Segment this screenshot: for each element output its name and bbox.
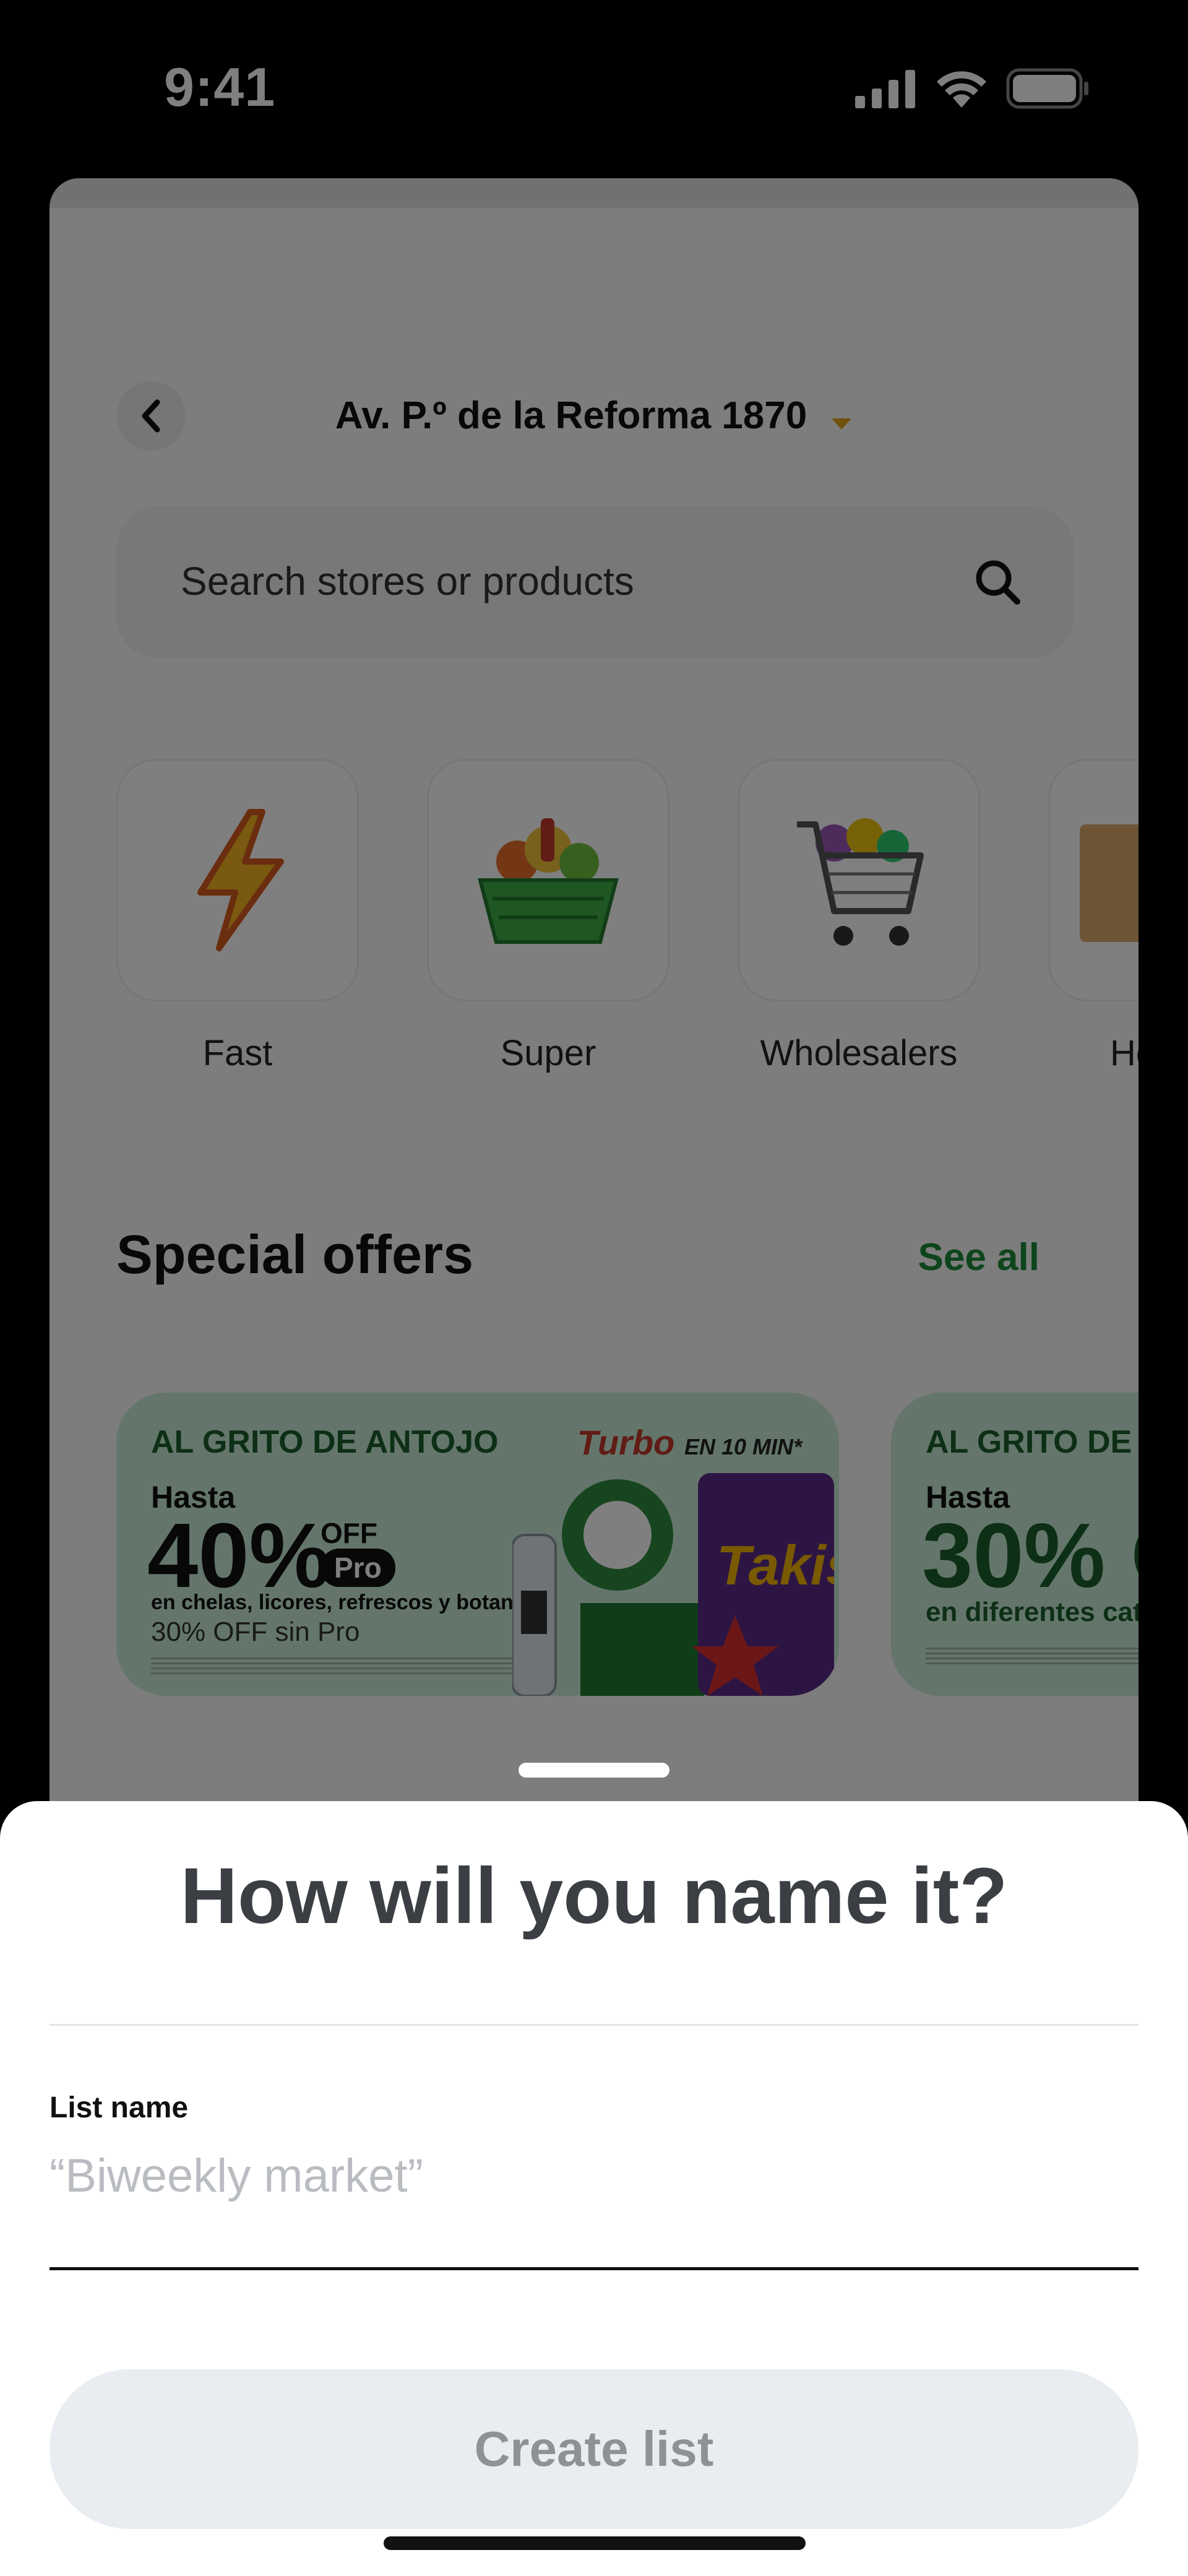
home-indicator: [384, 2536, 806, 2550]
create-list-button[interactable]: Create list: [50, 2369, 1138, 2529]
list-name-input[interactable]: [50, 2142, 1138, 2210]
divider: [50, 2024, 1138, 2026]
sheet-title: How will you name it?: [180, 1852, 1008, 1940]
name-list-sheet: How will you name it? List name Create l…: [0, 1801, 1188, 2576]
list-name-label: List name: [50, 2091, 189, 2124]
input-underline: [50, 2267, 1138, 2270]
sheet-grabber[interactable]: [519, 1763, 669, 1778]
